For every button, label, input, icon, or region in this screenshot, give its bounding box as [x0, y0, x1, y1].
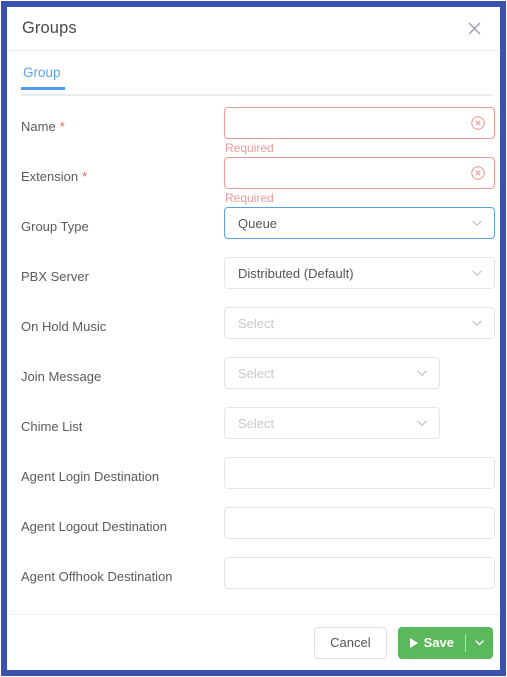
- control-extension: Required: [224, 157, 495, 205]
- select-value: Queue: [238, 215, 278, 231]
- label-text: Agent Login Destination: [21, 469, 160, 484]
- input-agent-login-destination[interactable]: [224, 457, 495, 489]
- required-marker: *: [59, 119, 65, 134]
- select-value: Select: [238, 415, 275, 431]
- control-pbx-server: Distributed (Default): [224, 257, 495, 289]
- field-row-chime-list: Chime List Select: [7, 407, 500, 457]
- field-row-extension: Extension * Required: [7, 157, 500, 207]
- label-extension: Extension *: [21, 157, 224, 184]
- control-chime-list: Select: [224, 407, 493, 439]
- chevron-down-icon: [417, 420, 427, 427]
- control-agent-login-destination: [224, 457, 495, 489]
- input-agent-logout-destination[interactable]: [224, 507, 495, 539]
- field-row-agent-offhook-destination: Agent Offhook Destination: [7, 557, 500, 607]
- field-row-agent-login-destination: Agent Login Destination: [7, 457, 500, 507]
- label-chime-list: Chime List: [21, 407, 224, 434]
- cancel-button[interactable]: Cancel: [314, 626, 387, 659]
- required-marker: *: [82, 169, 88, 184]
- label-agent-logout-destination: Agent Logout Destination: [21, 507, 224, 534]
- control-join-message: Select: [224, 357, 493, 389]
- window-frame: Groups Group Name * Required Extension * Requ…: [1, 1, 506, 676]
- clear-circle-icon[interactable]: [470, 165, 486, 181]
- chevron-down-icon: [475, 640, 484, 646]
- input-name[interactable]: [224, 107, 495, 139]
- close-icon[interactable]: [461, 16, 487, 42]
- select-value: Distributed (Default): [238, 265, 354, 281]
- label-text: Extension: [21, 169, 79, 184]
- label-text: PBX Server: [21, 269, 89, 284]
- tabstrip: Group: [7, 64, 500, 96]
- control-agent-offhook-destination: [224, 557, 495, 589]
- groups-dialog: Groups Group Name * Required Extension * Requ…: [7, 7, 500, 670]
- dialog-titlebar: Groups: [7, 7, 500, 51]
- label-agent-login-destination: Agent Login Destination: [21, 457, 224, 484]
- label-on-hold-music: On Hold Music: [21, 307, 224, 334]
- page-title: Groups: [22, 19, 77, 37]
- control-on-hold-music: Select: [224, 307, 495, 339]
- select-pbx-server[interactable]: Distributed (Default): [224, 257, 495, 289]
- select-chime-list[interactable]: Select: [224, 407, 440, 439]
- save-button-label: Save: [423, 635, 454, 650]
- label-text: Name: [21, 119, 56, 134]
- save-split-button[interactable]: Save: [397, 626, 493, 659]
- label-text: Chime List: [21, 419, 83, 434]
- input-extension[interactable]: [224, 157, 495, 189]
- chevron-down-icon: [417, 370, 427, 377]
- label-group-type: Group Type: [21, 207, 224, 234]
- error-message-extension: Required: [225, 191, 274, 205]
- field-row-join-message: Join Message Select: [7, 357, 500, 407]
- label-join-message: Join Message: [21, 357, 224, 384]
- play-triangle-icon: [409, 637, 418, 648]
- group-form: Name * Required Extension * Required Group Typ…: [7, 96, 500, 614]
- label-text: Agent Offhook Destination: [21, 569, 173, 584]
- field-row-pbx-server: PBX Server Distributed (Default): [7, 257, 500, 307]
- error-message-name: Required: [225, 141, 274, 155]
- chevron-down-icon: [472, 270, 482, 277]
- select-group-type[interactable]: Queue: [224, 207, 495, 239]
- input-agent-offhook-destination[interactable]: [224, 557, 495, 589]
- tab-group[interactable]: Group: [21, 65, 65, 90]
- label-text: Group Type: [21, 219, 89, 234]
- dialog-footer: Cancel Save: [7, 614, 500, 670]
- control-group-type: Queue: [224, 207, 495, 239]
- select-value: Select: [238, 365, 275, 381]
- chevron-down-icon: [472, 320, 482, 327]
- label-agent-offhook-destination: Agent Offhook Destination: [21, 557, 224, 584]
- clear-circle-icon[interactable]: [470, 115, 486, 131]
- field-row-group-type: Group Type Queue: [7, 207, 500, 257]
- save-button[interactable]: Save: [398, 627, 465, 659]
- label-text: On Hold Music: [21, 319, 107, 334]
- field-row-on-hold-music: On Hold Music Select: [7, 307, 500, 357]
- label-text: Join Message: [21, 369, 102, 384]
- save-dropdown-toggle[interactable]: [466, 627, 493, 659]
- select-value: Select: [238, 315, 275, 331]
- control-name: Required: [224, 107, 495, 155]
- control-agent-logout-destination: [224, 507, 495, 539]
- field-row-name: Name * Required: [7, 107, 500, 157]
- chevron-down-icon: [472, 220, 482, 227]
- label-name: Name *: [21, 107, 224, 134]
- select-on-hold-music[interactable]: Select: [224, 307, 495, 339]
- field-row-agent-logout-destination: Agent Logout Destination: [7, 507, 500, 557]
- select-join-message[interactable]: Select: [224, 357, 440, 389]
- label-text: Agent Logout Destination: [21, 519, 167, 534]
- label-pbx-server: PBX Server: [21, 257, 224, 284]
